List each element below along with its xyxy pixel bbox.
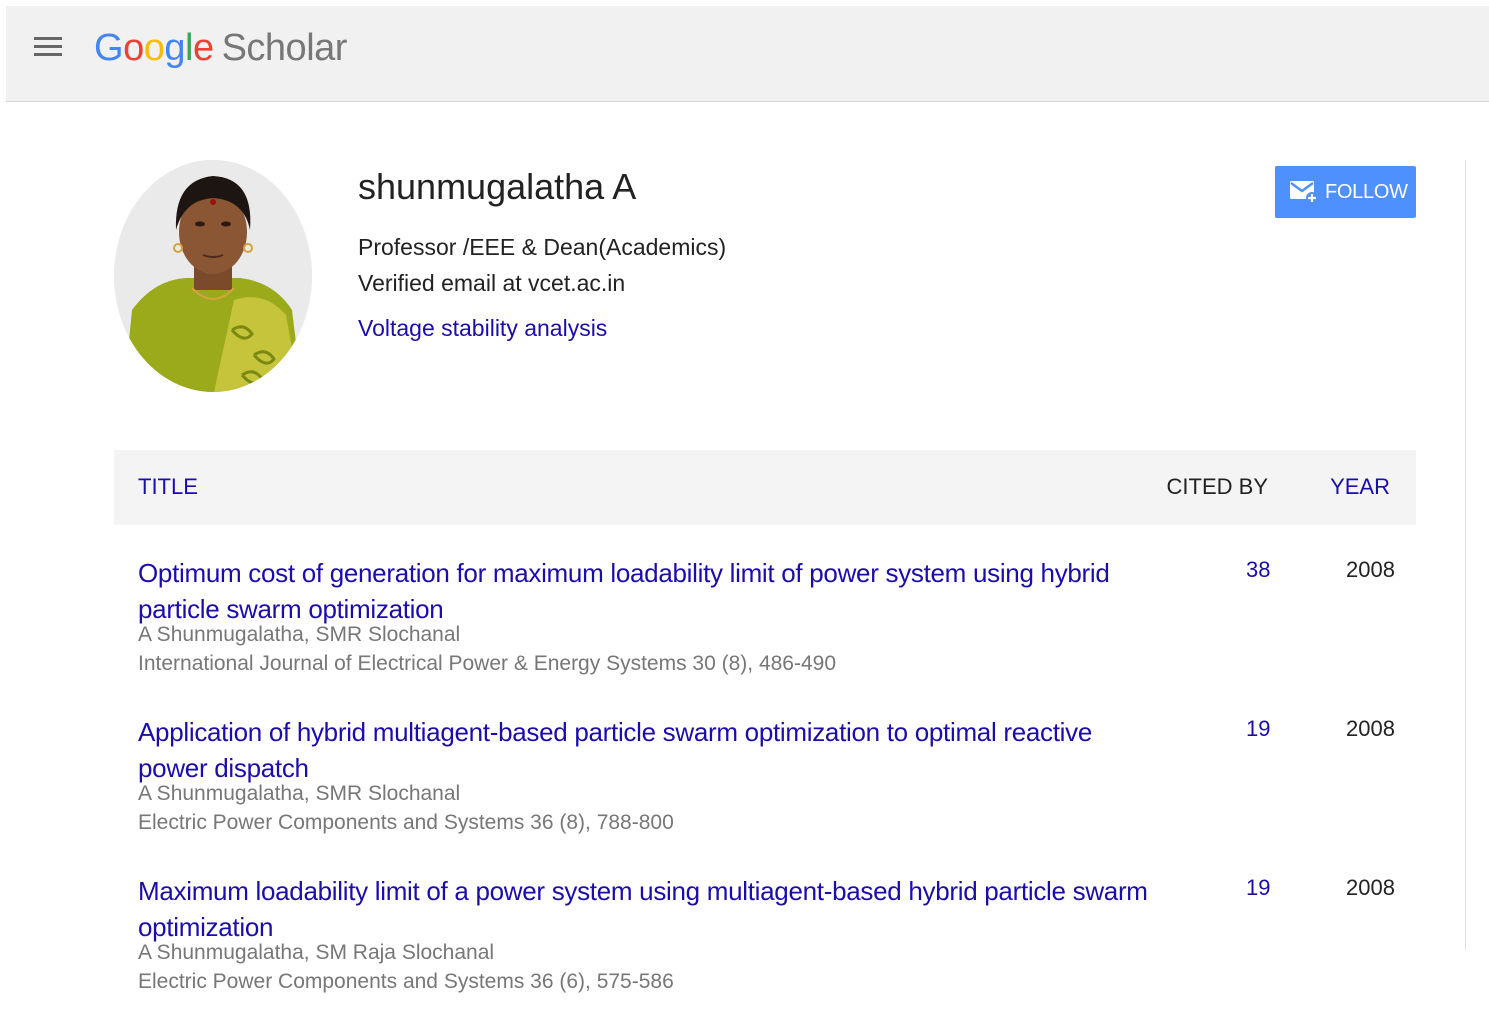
logo-letter: o <box>123 27 144 69</box>
table-row: Optimum cost of generation for maximum l… <box>138 555 1398 705</box>
hamburger-menu-icon[interactable] <box>32 34 64 60</box>
table-row: Application of hybrid multiagent-based p… <box>138 714 1398 864</box>
article-authors: A Shunmugalatha, SM Raja Slochanal <box>138 941 495 964</box>
scholar-wordmark: Scholar <box>221 27 348 69</box>
verified-email: Verified email at vcet.ac.in <box>358 270 626 296</box>
cited-by-link[interactable]: 19 <box>1246 716 1270 742</box>
articles-table-header: TITLE CITED BY YEAR <box>114 450 1416 525</box>
article-authors: A Shunmugalatha, SMR Slochanal <box>138 782 461 805</box>
sort-by-year[interactable]: YEAR <box>1330 474 1390 500</box>
divider <box>1465 160 1466 950</box>
article-title-link[interactable]: Application of hybrid multiagent-based p… <box>138 714 1148 786</box>
cited-by-link[interactable]: 38 <box>1246 557 1270 583</box>
profile-photo <box>114 160 312 392</box>
article-title-link[interactable]: Optimum cost of generation for maximum l… <box>138 555 1148 627</box>
mail-plus-icon <box>1290 181 1318 204</box>
research-interest-link[interactable]: Voltage stability analysis <box>358 315 607 342</box>
logo-letter: e <box>192 27 214 69</box>
follow-label: FOLLOW <box>1325 180 1408 203</box>
cited-by-link[interactable]: 19 <box>1246 875 1270 901</box>
article-venue: International Journal of Electrical Powe… <box>138 652 837 675</box>
logo-letter: g <box>164 27 185 69</box>
sort-by-cited[interactable]: CITED BY <box>1167 474 1268 500</box>
profile-affiliation: Professor /EEE & Dean(Academics) <box>358 234 727 260</box>
sort-by-title[interactable]: TITLE <box>138 474 198 500</box>
google-scholar-logo[interactable]: Google Scholar <box>94 20 347 76</box>
top-bar: Google Scholar <box>6 6 1489 102</box>
article-authors: A Shunmugalatha, SMR Slochanal <box>138 623 461 646</box>
logo-letter: l <box>184 27 193 69</box>
article-year: 2008 <box>1346 875 1395 900</box>
profile-name: shunmugalatha A <box>358 166 637 207</box>
google-wordmark: Google <box>94 27 214 69</box>
article-year: 2008 <box>1346 716 1395 741</box>
article-venue: Electric Power Components and Systems 36… <box>138 811 674 834</box>
logo-letter: o <box>143 27 165 69</box>
logo-letter: G <box>94 27 124 69</box>
article-title-link[interactable]: Maximum loadability limit of a power sys… <box>138 873 1148 945</box>
article-venue: Electric Power Components and Systems 36… <box>138 970 674 993</box>
article-year: 2008 <box>1346 557 1395 582</box>
follow-button[interactable]: FOLLOW <box>1275 166 1416 218</box>
